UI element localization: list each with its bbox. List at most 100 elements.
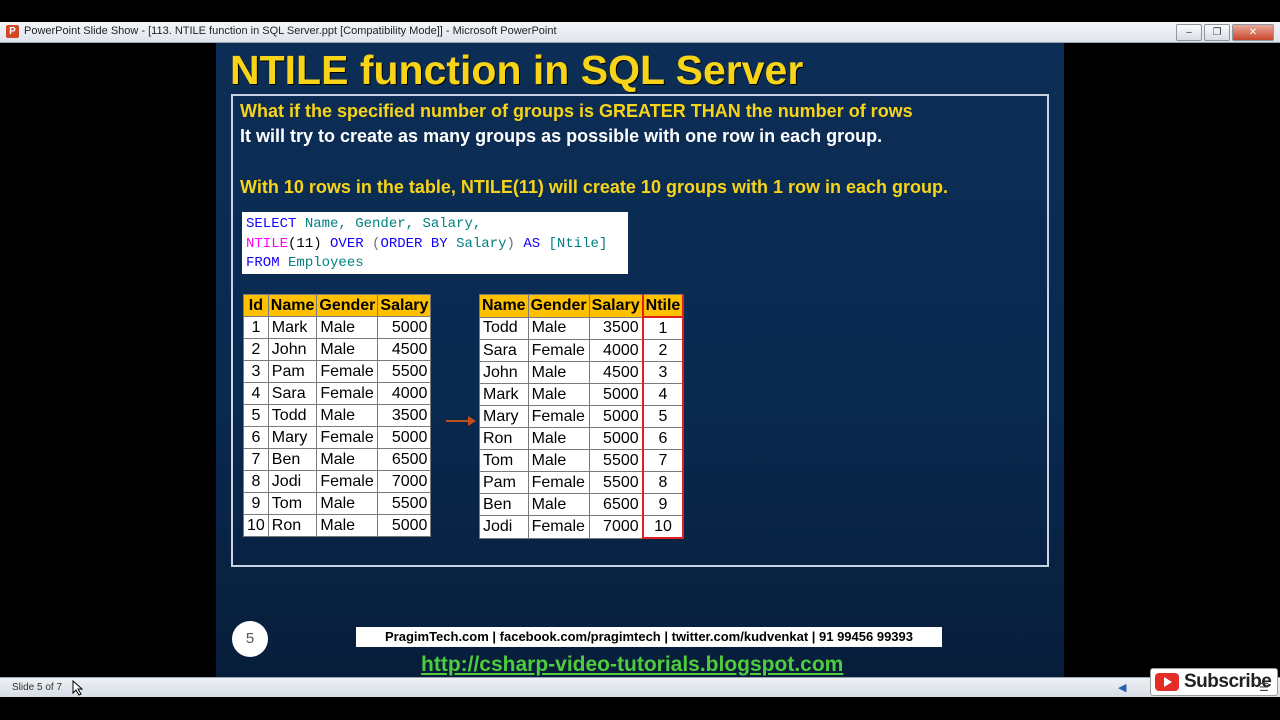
- table-cell: John: [479, 361, 529, 384]
- table-cell: Mark: [479, 383, 529, 406]
- menu-icon[interactable]: ☰: [1259, 681, 1269, 694]
- table-cell: 4500: [588, 361, 644, 384]
- table-row: Mary Female 5000 5: [479, 405, 685, 428]
- table-row: Pam Female 5500 8: [479, 471, 685, 494]
- table-cell: 6500: [377, 448, 432, 471]
- code-order-column: Salary: [456, 235, 507, 252]
- minimize-icon[interactable]: –: [1176, 24, 1202, 41]
- table-cell: 2: [641, 339, 685, 362]
- table-row: 6 Mary Female 5000: [243, 426, 432, 449]
- slide[interactable]: NTILE function in SQL Server What if the…: [216, 43, 1064, 677]
- table-cell: John: [267, 338, 318, 361]
- employees-table: Id Name Gender Salary 1 Mark Male 5000 2 John Mal…: [243, 294, 432, 537]
- table-cell: Male: [316, 316, 379, 339]
- table-cell: Jodi: [479, 515, 529, 539]
- answer-line: It will try to create as many groups as …: [240, 126, 883, 146]
- column-header: Name: [267, 294, 318, 317]
- table-cell: 5: [243, 404, 269, 427]
- ntile-result-table: Name Gender Salary Ntile Todd Male 3500 1 Sara F…: [479, 294, 685, 539]
- table-cell: 7000: [588, 515, 644, 539]
- table-row: Mark Male 5000 4: [479, 383, 685, 406]
- table-cell: Mary: [479, 405, 529, 428]
- arrow-icon: [446, 416, 476, 426]
- table-cell: 5000: [377, 316, 432, 339]
- table-cell: 8: [243, 470, 269, 493]
- table-cell: Male: [316, 514, 379, 537]
- table-cell: Female: [316, 382, 379, 405]
- table-cell: Ron: [479, 427, 529, 450]
- example-line: With 10 rows in the table, NTILE(11) wil…: [240, 177, 948, 197]
- blog-link[interactable]: http://csharp-video-tutorials.blogspot.c…: [421, 653, 843, 677]
- slideshow-nav-icon[interactable]: ◀: [1118, 681, 1126, 694]
- table-cell: 4000: [588, 339, 644, 362]
- table-cell: 5500: [377, 360, 432, 383]
- table-cell: Todd: [267, 404, 318, 427]
- column-header: Salary: [588, 294, 644, 318]
- table-cell: Jodi: [267, 470, 318, 493]
- code-from-keyword: FROM: [246, 255, 280, 271]
- table-row: Ben Male 6500 9: [479, 493, 685, 516]
- table-row: Ron Male 5000 6: [479, 427, 685, 450]
- table-cell: 3500: [588, 316, 644, 340]
- close-icon[interactable]: ✕: [1232, 24, 1274, 41]
- table-cell: 5000: [377, 426, 432, 449]
- table-cell: 7: [641, 449, 685, 472]
- sql-code-block: SELECT Name, Gender, Salary, NTILE(11) O…: [242, 212, 628, 274]
- table-cell: Ron: [267, 514, 318, 537]
- table-cell: 5500: [588, 449, 644, 472]
- table-cell: Mark: [267, 316, 318, 339]
- table-cell: Male: [527, 449, 590, 472]
- table-cell: Female: [316, 360, 379, 383]
- table-cell: Male: [527, 383, 590, 406]
- table-cell: Ben: [267, 448, 318, 471]
- table-row: 1 Mark Male 5000: [243, 316, 432, 339]
- restore-icon[interactable]: ❐: [1204, 24, 1230, 41]
- window-controls: – ❐ ✕: [1174, 24, 1274, 41]
- column-header: Ntile: [641, 294, 685, 318]
- powerpoint-app-icon: P: [6, 25, 19, 38]
- table-cell: Female: [316, 426, 379, 449]
- table-cell: 6: [243, 426, 269, 449]
- table-cell: 3: [243, 360, 269, 383]
- code-close-paren: ): [506, 235, 524, 252]
- table-cell: 1: [243, 316, 269, 339]
- table-row: 5 Todd Male 3500: [243, 404, 432, 427]
- contact-banner: PragimTech.com | facebook.com/pragimtech…: [356, 627, 942, 647]
- table-cell: Todd: [479, 316, 529, 340]
- window-title: PowerPoint Slide Show - [113. NTILE func…: [24, 25, 557, 37]
- table-row: Jodi Female 7000 10: [479, 515, 685, 539]
- table-cell: 5000: [588, 427, 644, 450]
- code-over-keyword: OVER: [330, 235, 373, 252]
- table-row: 3 Pam Female 5500: [243, 360, 432, 383]
- window-titlebar: P PowerPoint Slide Show - [113. NTILE fu…: [0, 22, 1280, 43]
- table-row: Sara Female 4000 2: [479, 339, 685, 362]
- table-cell: Female: [527, 515, 590, 539]
- table-cell: 6: [641, 427, 685, 450]
- code-select-columns: Name, Gender, Salary,: [296, 216, 482, 232]
- table-cell: 2: [243, 338, 269, 361]
- table-row: John Male 4500 3: [479, 361, 685, 384]
- table-cell: Female: [527, 339, 590, 362]
- column-header: Salary: [377, 294, 432, 317]
- table-row: 4 Sara Female 4000: [243, 382, 432, 405]
- table-cell: 10: [243, 514, 269, 537]
- table-row: 7 Ben Male 6500: [243, 448, 432, 471]
- code-select-keyword: SELECT: [246, 216, 297, 232]
- status-bar: Slide 5 of 7 ◀: [0, 677, 1280, 697]
- table-cell: 4: [243, 382, 269, 405]
- table-cell: 5: [641, 405, 685, 428]
- table-row: 8 Jodi Female 7000: [243, 470, 432, 493]
- slide-status: Slide 5 of 7: [12, 682, 63, 693]
- slide-title: NTILE function in SQL Server: [230, 47, 804, 93]
- code-ntile-arg: (11): [288, 235, 331, 252]
- table-row: 9 Tom Male 5500: [243, 492, 432, 515]
- table-cell: 5000: [588, 405, 644, 428]
- table-cell: Female: [527, 405, 590, 428]
- table-cell: 5000: [588, 383, 644, 406]
- column-header: Gender: [527, 294, 590, 318]
- column-header: Gender: [316, 294, 379, 317]
- table-cell: 3: [641, 361, 685, 384]
- table-cell: Mary: [267, 426, 318, 449]
- table-cell: 4: [641, 383, 685, 406]
- table-cell: Tom: [479, 449, 529, 472]
